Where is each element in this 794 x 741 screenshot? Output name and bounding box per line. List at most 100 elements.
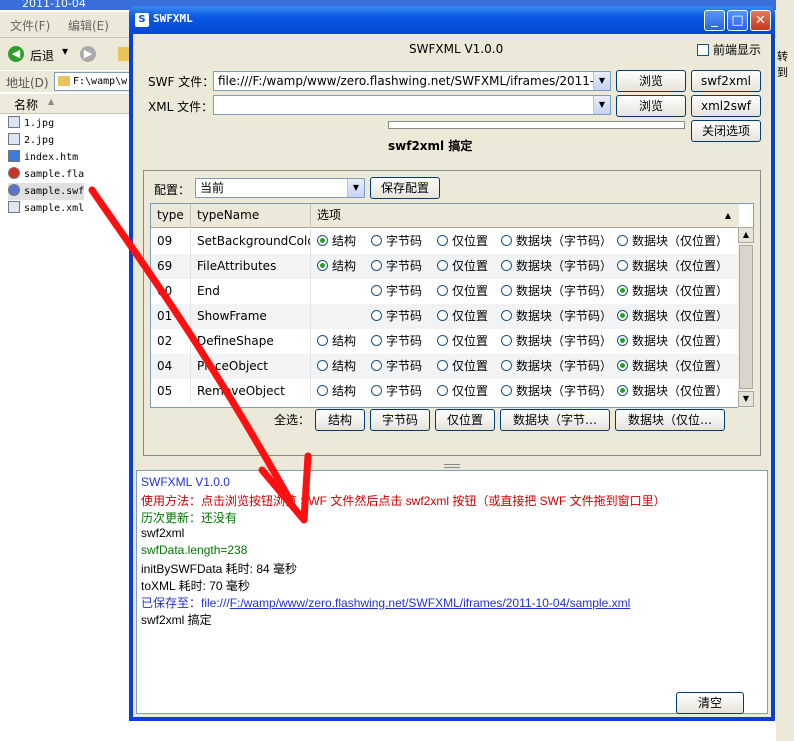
chevron-down-icon[interactable]: ▼ — [593, 72, 610, 90]
radio-icon[interactable] — [617, 285, 628, 296]
address-input[interactable]: F:\wamp\w — [54, 72, 130, 91]
radio-icon[interactable] — [317, 360, 328, 371]
option-radio[interactable]: 仅位置 — [437, 354, 488, 379]
option-radio[interactable]: 数据块（字节码） — [501, 304, 612, 329]
radio-icon[interactable] — [371, 260, 382, 271]
radio-icon[interactable] — [371, 310, 382, 321]
chevron-down-icon[interactable]: ▼ — [347, 179, 364, 197]
menu-edit[interactable]: 编辑(E) — [68, 17, 109, 34]
save-config-button[interactable]: 保存配置 — [370, 177, 440, 199]
radio-icon[interactable] — [317, 235, 328, 246]
chevron-down-icon[interactable]: ▼ — [593, 96, 610, 114]
option-radio[interactable]: 数据块（字节码） — [501, 254, 612, 279]
list-item[interactable]: index.htm — [8, 149, 78, 166]
option-radio[interactable]: 仅位置 — [437, 329, 488, 354]
radio-icon[interactable] — [371, 285, 382, 296]
checkbox-box[interactable] — [697, 44, 709, 56]
radio-icon[interactable] — [501, 260, 512, 271]
option-radio[interactable]: 字节码 — [371, 354, 422, 379]
xml-file-combo[interactable]: ▼ — [213, 95, 611, 115]
forward-icon[interactable]: ▶ — [80, 46, 96, 62]
option-radio[interactable]: 数据块（仅位置） — [617, 304, 728, 329]
radio-icon[interactable] — [437, 335, 448, 346]
list-item[interactable]: sample.swf — [8, 183, 85, 200]
chevron-down-icon[interactable]: ▼ — [62, 47, 68, 56]
swf-file-combo[interactable]: file:///F:/wamp/www/zero.flashwing.net/S… — [213, 71, 611, 91]
xml2swf-button[interactable]: xml2swf — [691, 95, 761, 117]
table-row[interactable]: 04 PlaceObject 结构 字节码 仅位置 数据块（字节码） 数据块（仅位置） — [151, 354, 739, 379]
radio-icon[interactable] — [617, 385, 628, 396]
radio-icon[interactable] — [617, 360, 628, 371]
radio-icon[interactable] — [371, 360, 382, 371]
table-scrollbar[interactable]: ▲ ▼ — [738, 227, 754, 408]
scroll-thumb[interactable] — [739, 245, 753, 389]
table-row[interactable]: 69 FileAttributes 结构 字节码 仅位置 数据块（字节码） 数据块（仅位置） — [151, 254, 739, 279]
dialog-titlebar[interactable]: S SWFXML _ □ ✕ — [129, 6, 775, 34]
saved-file-link[interactable]: F:/wamp/www/zero.flashwing.net/SWFXML/if… — [230, 596, 631, 610]
back-button[interactable]: 后退 — [30, 47, 54, 64]
option-radio[interactable]: 字节码 — [371, 254, 422, 279]
radio-icon[interactable] — [437, 310, 448, 321]
radio-icon[interactable] — [501, 310, 512, 321]
option-radio[interactable]: 数据块（仅位置） — [617, 329, 728, 354]
option-radio[interactable]: 数据块（仅位置） — [617, 379, 728, 404]
clear-button[interactable]: 清空 — [676, 692, 744, 714]
radio-icon[interactable] — [437, 385, 448, 396]
radio-icon[interactable] — [617, 310, 628, 321]
list-item[interactable]: 2.jpg — [8, 132, 54, 149]
option-radio[interactable]: 仅位置 — [437, 304, 488, 329]
config-combo[interactable]: 当前 ▼ — [195, 178, 365, 198]
radio-icon[interactable] — [617, 335, 628, 346]
option-radio[interactable]: 结构 — [317, 379, 356, 404]
close-options-button[interactable]: 关闭选项 — [691, 120, 761, 142]
select-all-block-bytecode-button[interactable]: 数据块（字节… — [500, 409, 610, 431]
option-radio[interactable]: 结构 — [317, 354, 356, 379]
radio-icon[interactable] — [617, 235, 628, 246]
close-button[interactable]: ✕ — [750, 10, 771, 31]
column-header-name[interactable]: 名称 ▲ — [0, 94, 130, 114]
table-row[interactable]: 02 DefineShape 结构 字节码 仅位置 数据块（字节码） 数据块（仅位置） — [151, 329, 739, 354]
list-item[interactable]: 1.jpg — [8, 115, 54, 132]
radio-icon[interactable] — [501, 235, 512, 246]
table-row[interactable]: 00 End 字节码 仅位置 数据块（字节码） 数据块（仅位置） — [151, 279, 739, 304]
maximize-button[interactable]: □ — [727, 10, 748, 31]
option-radio[interactable]: 字节码 — [371, 379, 422, 404]
go-button[interactable]: 转到 — [777, 48, 794, 80]
radio-icon[interactable] — [501, 360, 512, 371]
header-type[interactable]: type — [151, 204, 191, 228]
option-radio[interactable]: 仅位置 — [437, 254, 488, 279]
minimize-button[interactable]: _ — [704, 10, 725, 31]
swf-browse-button[interactable]: 浏览 — [616, 70, 686, 92]
radio-icon[interactable] — [501, 385, 512, 396]
option-radio[interactable]: 仅位置 — [437, 379, 488, 404]
option-radio[interactable]: 数据块（字节码） — [501, 329, 612, 354]
option-radio[interactable]: 字节码 — [371, 329, 422, 354]
menu-file[interactable]: 文件(F) — [10, 17, 50, 34]
option-radio[interactable]: 仅位置 — [437, 229, 488, 254]
radio-icon[interactable] — [437, 235, 448, 246]
radio-icon[interactable] — [317, 260, 328, 271]
option-radio[interactable]: 字节码 — [371, 229, 422, 254]
radio-icon[interactable] — [317, 385, 328, 396]
option-radio[interactable]: 结构 — [317, 254, 356, 279]
select-all-position-button[interactable]: 仅位置 — [435, 409, 495, 431]
frontmost-checkbox[interactable]: 前端显示 — [697, 41, 761, 58]
table-row[interactable]: 01 ShowFrame 字节码 仅位置 数据块（字节码） 数据块（仅位置） — [151, 304, 739, 329]
scroll-up-icon[interactable]: ▲ — [738, 227, 754, 243]
option-radio[interactable]: 数据块（字节码） — [501, 229, 612, 254]
header-options[interactable]: 选项 ▲ — [311, 204, 739, 228]
radio-icon[interactable] — [501, 285, 512, 296]
option-radio[interactable]: 数据块（字节码） — [501, 354, 612, 379]
radio-icon[interactable] — [317, 335, 328, 346]
option-radio[interactable]: 数据块（仅位置） — [617, 254, 728, 279]
radio-icon[interactable] — [371, 385, 382, 396]
select-all-struct-button[interactable]: 结构 — [315, 409, 365, 431]
option-radio[interactable]: 数据块（仅位置） — [617, 279, 728, 304]
radio-icon[interactable] — [617, 260, 628, 271]
log-panel[interactable]: SWFXML V1.0.0 使用方法：点击浏览按钮浏览 SWF 文件然后点击 s… — [136, 470, 768, 714]
header-typename[interactable]: typeName — [191, 204, 311, 228]
swf2xml-button[interactable]: swf2xml — [691, 70, 761, 92]
option-radio[interactable]: 数据块（字节码） — [501, 279, 612, 304]
radio-icon[interactable] — [371, 335, 382, 346]
table-row[interactable]: 09 SetBackgroundColor 结构 字节码 仅位置 数据块（字节码） 数据块（… — [151, 229, 739, 254]
